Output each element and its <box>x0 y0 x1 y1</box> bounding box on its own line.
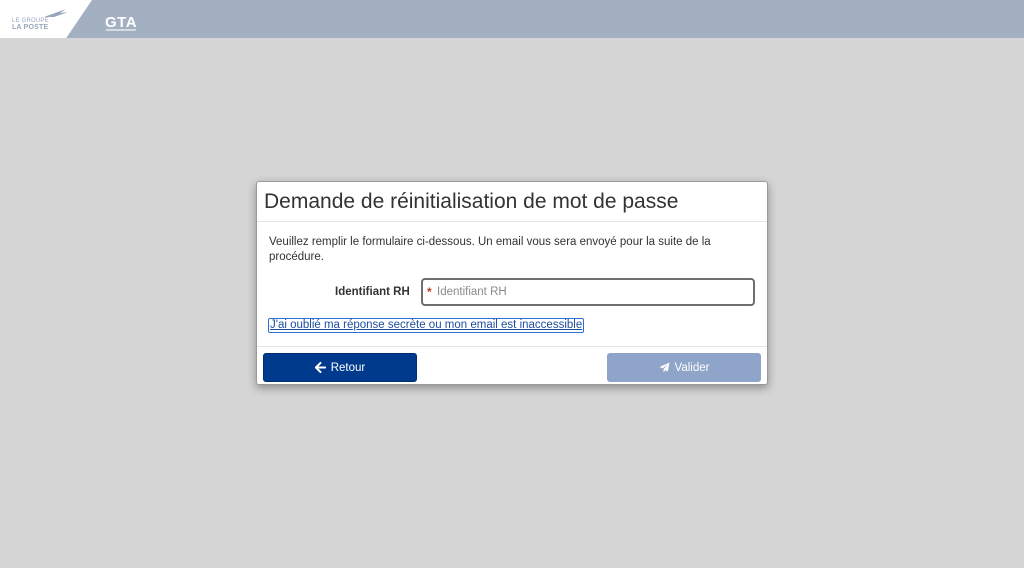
brand-line-2: LA POSTE <box>12 24 49 31</box>
back-button[interactable]: Retour <box>263 353 417 382</box>
dialog-footer: Retour Valider <box>257 346 767 385</box>
dialog-header: Demande de réinitialisation de mot de pa… <box>257 182 767 222</box>
la-poste-logo[interactable]: LE GROUPE LA POSTE <box>12 8 70 32</box>
top-header-bar: LE GROUPE LA POSTE GTA <box>0 0 1024 38</box>
intro-text: Veuillez remplir le formulaire ci-dessou… <box>269 236 711 263</box>
app-logo-underline <box>106 29 136 31</box>
forgot-secret-answer-link[interactable]: J'ai oublié ma réponse secrète ou mon em… <box>268 318 585 333</box>
dialog-title: Demande de réinitialisation de mot de pa… <box>264 190 679 213</box>
submit-button-label: Valider <box>674 361 710 374</box>
back-button-label: Retour <box>330 361 366 374</box>
identifiant-rh-row: Identifiant RH * <box>257 278 769 308</box>
identifiant-rh-field-wrapper: * <box>421 278 755 306</box>
arrow-left-icon <box>314 362 326 373</box>
required-marker: * <box>427 285 432 299</box>
submit-button[interactable]: Valider <box>607 353 761 382</box>
bird-logo-icon <box>44 9 68 17</box>
brand-panel: LE GROUPE LA POSTE <box>0 0 92 38</box>
password-reset-dialog: Demande de réinitialisation de mot de pa… <box>256 181 768 385</box>
identifiant-rh-input[interactable] <box>437 283 749 301</box>
identifiant-rh-label: Identifiant RH <box>335 286 410 298</box>
paper-plane-icon <box>658 362 670 373</box>
